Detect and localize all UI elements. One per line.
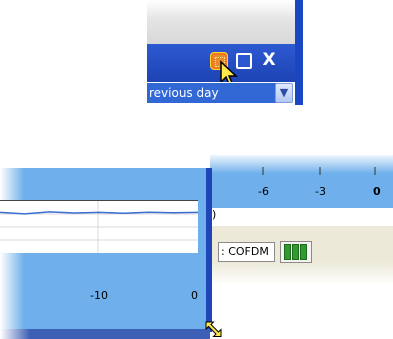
right-chart-panel: -6 -3 0 [210, 155, 393, 208]
signal-bar [284, 244, 291, 260]
left-chart-fragment: -10 0 [0, 168, 218, 339]
window-border [206, 168, 212, 332]
period-dropdown-value: revious day [147, 83, 277, 103]
right-chart-footer: ) [210, 208, 393, 226]
window-border [295, 0, 303, 105]
period-dropdown[interactable]: revious day ▼ [147, 82, 295, 105]
x-tick-label: -10 [90, 289, 108, 302]
close-button[interactable]: X [259, 49, 279, 71]
right-chart-fragment: -6 -3 0 ) : COFDM [210, 155, 393, 285]
x-tick-label: -3 [315, 185, 326, 198]
line-chart [0, 201, 199, 253]
signal-strength-icon [280, 241, 312, 263]
modulation-indicator: : COFDM [218, 242, 275, 262]
x-tick-label: 0 [373, 185, 381, 198]
signal-bar [292, 244, 299, 260]
left-chart-panel: -10 0 [0, 168, 210, 329]
resize-cursor-icon [205, 321, 222, 337]
titlebar-backdrop [147, 0, 295, 44]
title-bar: X [147, 44, 295, 87]
right-chart-axis [262, 167, 376, 175]
x-tick-label: 0 [191, 289, 198, 302]
signal-bar [300, 244, 307, 260]
window-titlebar-fragment: X revious day ▼ [147, 0, 303, 112]
x-tick-label: -6 [258, 185, 269, 198]
status-bar: : COFDM [210, 226, 393, 285]
chevron-down-icon[interactable]: ▼ [275, 83, 293, 103]
panel-bottom-edge [0, 329, 210, 339]
plot-area [0, 200, 199, 253]
